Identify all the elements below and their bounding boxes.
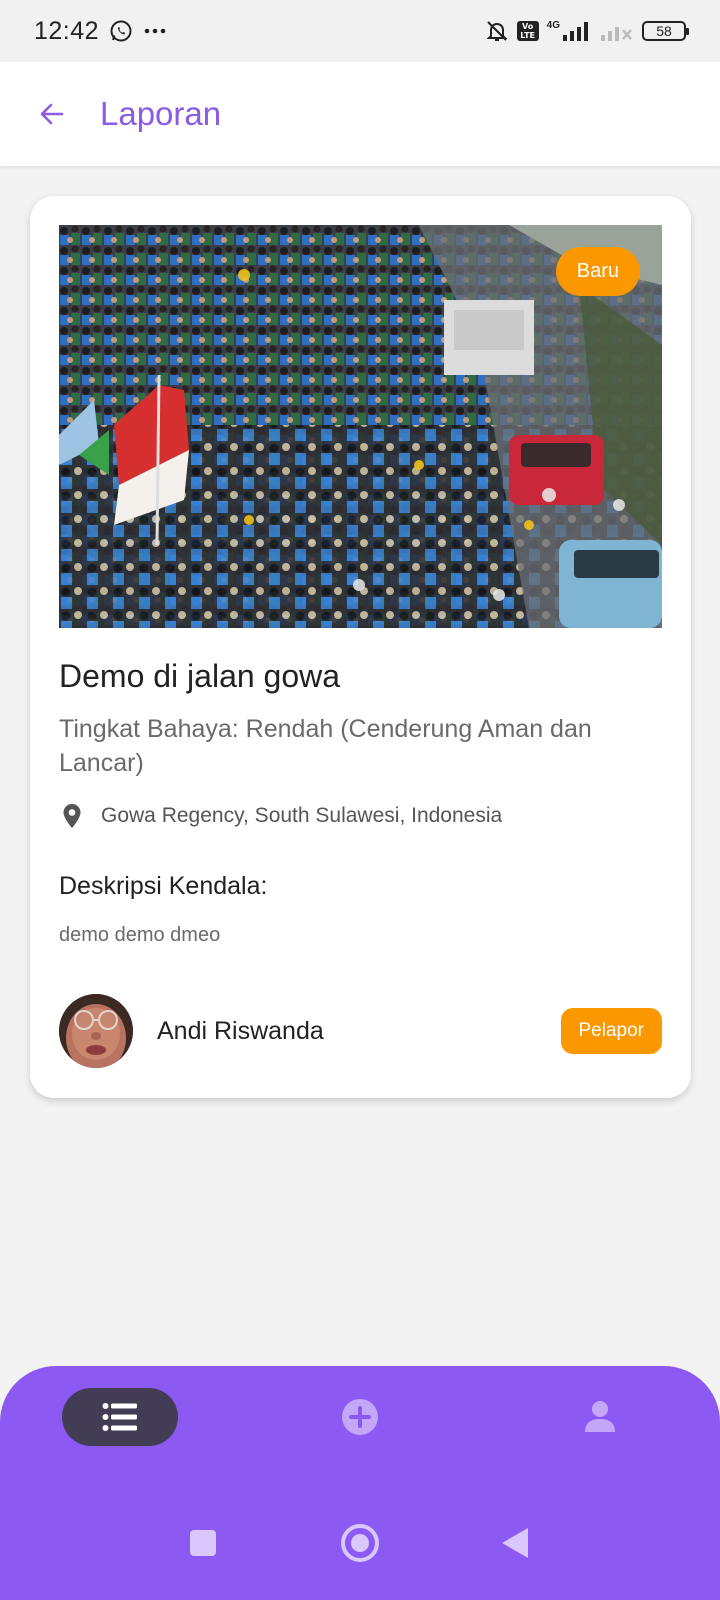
- nav-add-report-tab[interactable]: [340, 1397, 380, 1437]
- add-circle-icon: [342, 1399, 378, 1435]
- network-type: 4G: [546, 19, 560, 31]
- list-icon: [102, 1403, 137, 1431]
- reporter-name: Andi Riswanda: [157, 1016, 324, 1045]
- danger-level-text: Tingkat Bahaya: Rendah (Cenderung Aman d…: [59, 715, 592, 777]
- notifications-muted-icon: [485, 19, 509, 43]
- home-icon: [351, 1534, 369, 1552]
- recents-button[interactable]: [190, 1530, 216, 1556]
- whatsapp-icon: [109, 19, 133, 43]
- status-bar: 12:42 Vo LTE 4G 58: [0, 0, 720, 62]
- person-icon: [585, 1401, 615, 1432]
- volte-icon: Vo LTE: [516, 21, 539, 41]
- description-heading: Deskripsi Kendala:: [59, 872, 268, 900]
- signal-icon: [562, 20, 592, 42]
- battery-icon: 58: [642, 21, 689, 41]
- nav-profile-tab[interactable]: [580, 1396, 620, 1436]
- page-title: Laporan: [100, 95, 222, 132]
- report-title: Demo di jalan gowa: [59, 658, 341, 694]
- more-notifications-icon: [143, 27, 167, 35]
- status-left: 12:42: [34, 17, 167, 46]
- system-navigation-bar: [0, 1512, 720, 1600]
- new-status-badge: Baru: [555, 247, 640, 296]
- report-photo: Baru: [59, 225, 662, 628]
- reporter-role-badge: Pelapor: [560, 1008, 662, 1054]
- system-back-button[interactable]: [502, 1528, 528, 1558]
- reporter-row: Andi Riswanda Pelapor: [59, 994, 662, 1068]
- status-time: 12:42: [34, 16, 100, 45]
- location-row: Gowa Regency, South Sulawesi, Indonesia: [59, 802, 502, 830]
- app-bar: Laporan: [0, 62, 720, 166]
- home-button[interactable]: [341, 1524, 379, 1562]
- description-text: demo demo dmeo: [59, 924, 221, 946]
- report-card[interactable]: Baru Demo di jalan gowa Tingkat Bahaya: …: [30, 196, 691, 1098]
- location-text: Gowa Regency, South Sulawesi, Indonesia: [101, 804, 503, 827]
- nav-reports-tab[interactable]: [62, 1388, 178, 1446]
- reporter-photo-image: [59, 994, 133, 1068]
- avatar: [59, 994, 133, 1068]
- status-right: Vo LTE 4G 58: [485, 19, 689, 43]
- arrow-back-icon: [40, 103, 64, 125]
- back-button[interactable]: [34, 96, 70, 132]
- location-pin-icon: [63, 804, 81, 828]
- no-signal-icon: [600, 20, 634, 42]
